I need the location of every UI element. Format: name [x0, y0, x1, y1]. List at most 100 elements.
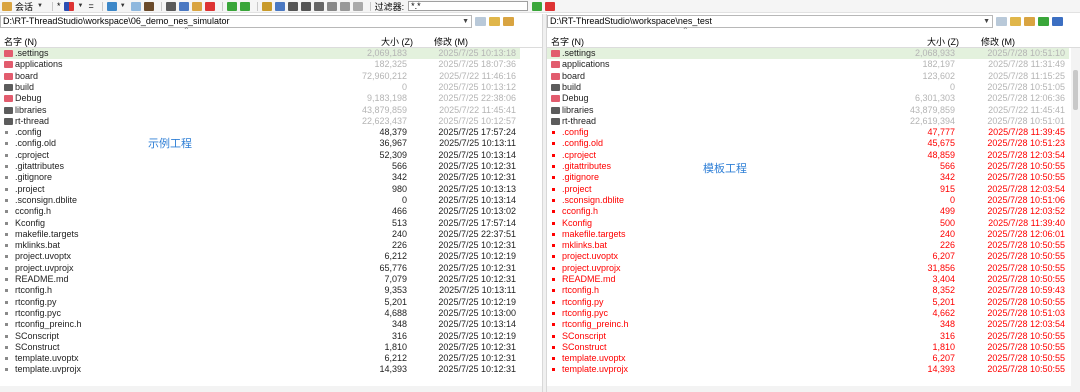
right-path-input[interactable]: D:\RT-ThreadStudio\workspace\nes_test ▼: [547, 14, 993, 28]
table-row[interactable]: Kconfig 513 2025/7/25 17:57:14: [0, 218, 520, 229]
column-size[interactable]: 大小 (Z): [381, 35, 413, 48]
table-row[interactable]: project.uvoptx 6,207 2025/7/28 10:50:55: [547, 251, 1069, 262]
table-row[interactable]: project.uvprojx 65,776 2025/7/25 10:12:31: [0, 263, 520, 274]
copy-right-icon[interactable]: [226, 1, 237, 11]
compare-rules-icon[interactable]: [165, 1, 176, 11]
right-up-folder-icon[interactable]: [1024, 16, 1035, 26]
left-horizontal-scrollbar[interactable]: [0, 386, 542, 392]
table-row[interactable]: libraries 43,879,859 2025/7/22 11:45:41: [547, 105, 1069, 116]
table-row[interactable]: rtconfig.h 9,353 2025/7/25 10:13:11: [0, 285, 520, 296]
table-row[interactable]: .sconsign.dblite 0 2025/7/25 10:13:14: [0, 195, 520, 206]
table-row[interactable]: README.md 7,079 2025/7/25 10:12:31: [0, 274, 520, 285]
table-row[interactable]: .gitignore 342 2025/7/28 10:50:55: [547, 172, 1069, 183]
table-row[interactable]: board 123,602 2025/7/28 11:15:25: [547, 71, 1069, 82]
swap-icon[interactable]: [178, 1, 189, 11]
show-same-button[interactable]: =: [88, 1, 93, 11]
chevron-down-icon[interactable]: ▼: [37, 3, 43, 9]
session-icon[interactable]: [2, 1, 12, 11]
right-browse-folder-icon[interactable]: [1010, 16, 1021, 26]
table-row[interactable]: README.md 3,404 2025/7/28 10:50:55: [547, 274, 1069, 285]
copy-left-icon[interactable]: [239, 1, 250, 11]
table-row[interactable]: Debug 6,301,303 2025/7/28 12:06:36: [547, 93, 1069, 104]
mark-icon[interactable]: [300, 1, 311, 11]
compare-all-button[interactable]: *: [57, 1, 61, 11]
table-row[interactable]: mklinks.bat 226 2025/7/25 10:12:31: [0, 240, 520, 251]
right-history-icon[interactable]: [996, 16, 1007, 26]
table-row[interactable]: .settings 2,069,183 2025/7/25 10:13:18: [0, 48, 520, 60]
left-history-icon[interactable]: [475, 16, 486, 26]
table-row[interactable]: project.uvprojx 31,856 2025/7/28 10:50:55: [547, 263, 1069, 274]
table-row[interactable]: libraries 43,879,859 2025/7/22 11:45:41: [0, 105, 520, 116]
table-row[interactable]: project.uvoptx 6,212 2025/7/25 10:12:19: [0, 251, 520, 262]
table-row[interactable]: rtconfig.pyc 4,688 2025/7/25 10:13:00: [0, 308, 520, 319]
left-browse-folder-icon[interactable]: [489, 16, 500, 26]
table-row[interactable]: .gitignore 342 2025/7/25 10:12:31: [0, 172, 520, 183]
table-row[interactable]: makefile.targets 240 2025/7/25 22:37:51: [0, 229, 520, 240]
table-row[interactable]: SConscript 316 2025/7/28 10:50:55: [547, 331, 1069, 342]
table-row[interactable]: cconfig.h 466 2025/7/25 10:13:02: [0, 206, 520, 217]
table-row[interactable]: rtconfig.py 5,201 2025/7/25 10:12:19: [0, 297, 520, 308]
table-row[interactable]: Kconfig 500 2025/7/28 11:39:40: [547, 218, 1069, 229]
touch-icon[interactable]: [326, 1, 337, 11]
filter-input[interactable]: *.*: [408, 1, 529, 11]
folder-filter-icon[interactable]: [106, 1, 117, 11]
column-date[interactable]: 修改 (M): [981, 35, 1015, 48]
table-row[interactable]: .gitattributes 566 2025/7/25 10:12:31: [0, 161, 520, 172]
settings-icon[interactable]: [352, 1, 363, 11]
table-row[interactable]: board 72,960,212 2025/7/22 11:46:16: [0, 71, 520, 82]
table-row[interactable]: SConstruct 1,810 2025/7/28 10:50:55: [547, 342, 1069, 353]
table-row[interactable]: rtconfig_preinc.h 348 2025/7/25 10:13:14: [0, 319, 520, 330]
right-horizontal-scrollbar[interactable]: [547, 386, 1080, 392]
table-row[interactable]: applications 182,197 2025/7/28 11:31:49: [547, 59, 1069, 70]
chevron-down-icon[interactable]: ▼: [77, 3, 83, 9]
stop-icon[interactable]: [204, 1, 215, 11]
table-row[interactable]: Debug 9,183,198 2025/7/25 22:38:06: [0, 93, 520, 104]
table-row[interactable]: rtconfig.h 8,352 2025/7/28 10:59:43: [547, 285, 1069, 296]
left-up-folder-icon[interactable]: [503, 16, 514, 26]
table-row[interactable]: .cproject 48,859 2025/7/28 12:03:54: [547, 150, 1069, 161]
table-row[interactable]: SConscript 316 2025/7/25 10:12:19: [0, 331, 520, 342]
table-row[interactable]: .settings 2,068,933 2025/7/28 10:51:10: [547, 48, 1069, 60]
right-vertical-scrollbar[interactable]: [1071, 48, 1080, 392]
check-icon[interactable]: [287, 1, 298, 11]
chevron-down-icon[interactable]: ▼: [120, 3, 126, 9]
approx-compare-icon[interactable]: [130, 1, 141, 11]
table-row[interactable]: .sconsign.dblite 0 2025/7/28 10:51:06: [547, 195, 1069, 206]
zip-icon[interactable]: [313, 1, 324, 11]
chevron-down-icon[interactable]: ▼: [462, 16, 469, 27]
table-row[interactable]: .gitattributes 566 2025/7/28 10:50:55: [547, 161, 1069, 172]
session-menu-label[interactable]: 会话: [15, 0, 33, 13]
table-row[interactable]: makefile.targets 240 2025/7/28 12:06:01: [547, 229, 1069, 240]
table-row[interactable]: .config.old 36,967 2025/7/25 10:13:11: [0, 138, 520, 149]
table-row[interactable]: template.uvoptx 6,212 2025/7/25 10:12:31: [0, 353, 520, 364]
table-row[interactable]: rtconfig.pyc 4,662 2025/7/28 10:51:03: [547, 308, 1069, 319]
table-row[interactable]: applications 182,325 2025/7/25 18:07:36: [0, 59, 520, 70]
table-row[interactable]: build 0 2025/7/28 10:51:05: [547, 82, 1069, 93]
filter-clear-icon[interactable]: [545, 1, 556, 11]
table-row[interactable]: .project 915 2025/7/28 12:03:54: [547, 184, 1069, 195]
column-name[interactable]: 名字 (N): [4, 35, 37, 48]
view-mode-icon[interactable]: [64, 1, 75, 11]
link-icon[interactable]: [339, 1, 350, 11]
user-icon[interactable]: [143, 1, 154, 11]
right-scrollbar-thumb[interactable]: [1073, 70, 1078, 110]
table-row[interactable]: .config 48,379 2025/7/25 17:57:24: [0, 127, 520, 138]
table-row[interactable]: template.uvprojx 14,393 2025/7/28 10:50:55: [547, 364, 1069, 375]
filter-apply-icon[interactable]: [532, 1, 543, 11]
table-row[interactable]: .cproject 52,309 2025/7/25 10:13:14: [0, 150, 520, 161]
table-row[interactable]: template.uvprojx 14,393 2025/7/25 10:12:31: [0, 364, 520, 375]
left-path-input[interactable]: D:\RT-ThreadStudio\workspace\06_demo_nes…: [0, 14, 472, 28]
table-row[interactable]: rt-thread 22,623,437 2025/7/25 10:12:57: [0, 116, 520, 127]
table-row[interactable]: rtconfig_preinc.h 348 2025/7/28 12:03:54: [547, 319, 1069, 330]
right-sync-icon[interactable]: [1038, 16, 1049, 26]
refresh-icon[interactable]: [191, 1, 202, 11]
sync-icon[interactable]: [274, 1, 285, 11]
table-row[interactable]: template.uvoptx 6,207 2025/7/28 10:50:55: [547, 353, 1069, 364]
table-row[interactable]: SConstruct 1,810 2025/7/25 10:12:31: [0, 342, 520, 353]
table-row[interactable]: .config.old 45,675 2025/7/28 10:51:23: [547, 138, 1069, 149]
chevron-down-icon[interactable]: ▼: [983, 16, 990, 27]
table-row[interactable]: .config 47,777 2025/7/28 11:39:45: [547, 127, 1069, 138]
right-back-icon[interactable]: [1052, 16, 1063, 26]
table-row[interactable]: .project 980 2025/7/25 10:13:13: [0, 184, 520, 195]
table-row[interactable]: build 0 2025/7/25 10:13:12: [0, 82, 520, 93]
